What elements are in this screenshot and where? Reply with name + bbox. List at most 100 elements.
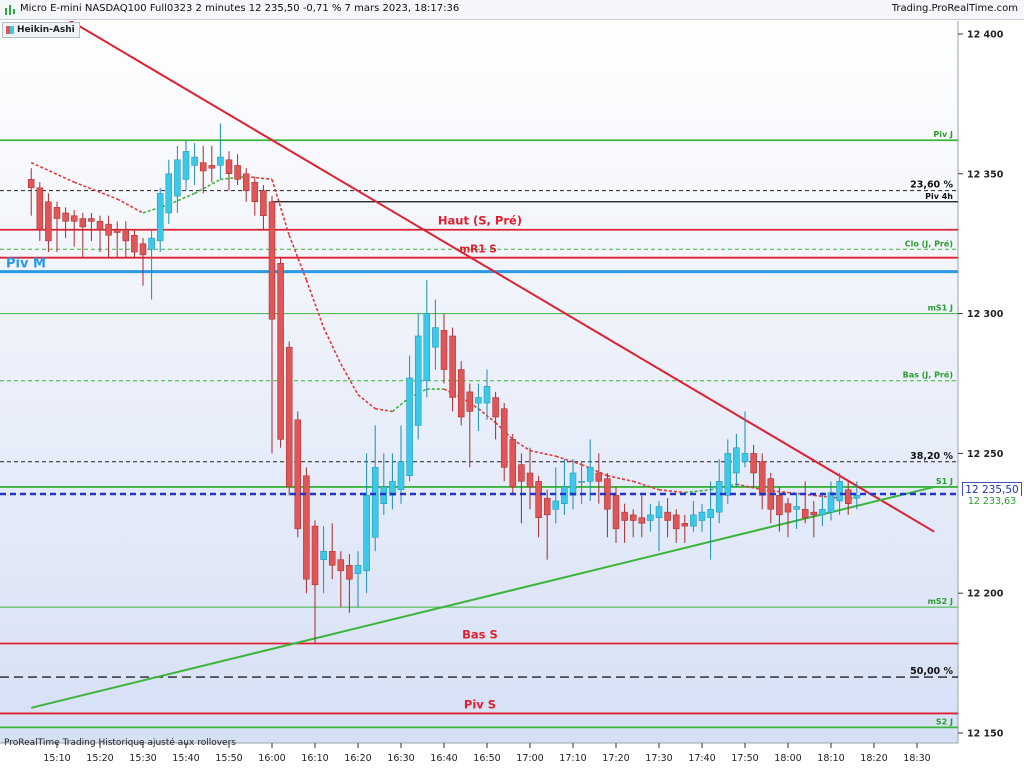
candle-body[interactable] [466, 391, 474, 412]
candle-body[interactable] [363, 495, 370, 572]
time-axis-label: 17:00 [516, 753, 543, 764]
candle-body[interactable] [191, 156, 198, 166]
candle-body[interactable] [62, 212, 69, 222]
candle-body[interactable] [406, 377, 413, 477]
candle-body[interactable] [27, 179, 35, 189]
candle-body[interactable] [664, 511, 671, 521]
candle-body[interactable] [96, 221, 104, 230]
candle-body[interactable] [414, 335, 422, 426]
candle-body[interactable] [423, 313, 431, 381]
candle-body[interactable] [354, 564, 362, 574]
candle-body[interactable] [156, 193, 164, 242]
candle-body[interactable] [621, 511, 628, 521]
candle-body[interactable] [810, 511, 818, 516]
candle-body[interactable] [260, 190, 267, 216]
candle-body[interactable] [707, 509, 714, 518]
candle-body[interactable] [148, 237, 155, 250]
candle-body[interactable] [113, 229, 121, 233]
candle-body[interactable] [819, 509, 826, 516]
candle-body[interactable] [380, 486, 388, 504]
candle-body[interactable] [758, 461, 766, 496]
candle-body[interactable] [199, 162, 207, 172]
brand-link[interactable]: Trading.ProRealTime.com [892, 3, 1018, 14]
candle-body[interactable] [509, 439, 517, 488]
candle-body[interactable] [449, 335, 456, 398]
candle-body[interactable] [79, 218, 87, 228]
candle-body[interactable] [561, 486, 568, 504]
candle-body[interactable] [492, 397, 499, 418]
candle-body[interactable] [552, 500, 560, 510]
candle-body[interactable] [371, 467, 379, 538]
candle-body[interactable] [827, 492, 835, 513]
candle-body[interactable] [569, 472, 577, 496]
candle-body[interactable] [681, 523, 689, 527]
candle-body[interactable] [217, 156, 224, 166]
candle-body[interactable] [234, 165, 241, 180]
candle-body[interactable] [741, 453, 749, 463]
candle-body[interactable] [836, 481, 843, 502]
candle-body[interactable] [543, 497, 551, 516]
candle-body[interactable] [294, 419, 302, 530]
candle-body[interactable] [303, 475, 310, 580]
candle-body[interactable] [724, 453, 732, 496]
candle-body[interactable] [535, 481, 542, 518]
candle-body[interactable] [88, 218, 95, 222]
candle-body[interactable] [784, 503, 792, 513]
candle-body[interactable] [105, 223, 112, 236]
candle-body[interactable] [475, 397, 482, 404]
candle-body[interactable] [182, 151, 190, 180]
candle-body[interactable] [526, 472, 534, 488]
candle-body[interactable] [277, 263, 284, 440]
candle-body[interactable] [225, 159, 233, 175]
candle-body[interactable] [139, 243, 147, 256]
candle-body[interactable] [320, 551, 327, 560]
candle-body[interactable] [801, 509, 809, 518]
candle-body[interactable] [672, 514, 680, 530]
candle-body[interactable] [174, 159, 181, 197]
candle-body[interactable] [311, 525, 319, 586]
candle-body[interactable] [655, 506, 663, 518]
candle-body[interactable] [53, 207, 61, 219]
prorealtime-logo-icon [5, 5, 15, 15]
candle-body[interactable] [612, 495, 620, 530]
time-axis-label: 18:00 [774, 753, 801, 764]
candle-body[interactable] [457, 369, 465, 418]
candle-body[interactable] [690, 514, 697, 527]
candle-body[interactable] [776, 495, 783, 516]
candle-body[interactable] [500, 408, 508, 468]
candle-body[interactable] [268, 201, 276, 320]
candle-body[interactable] [793, 506, 800, 510]
candle-body[interactable] [853, 495, 861, 499]
candle-body[interactable] [251, 181, 259, 203]
candle-body[interactable] [715, 481, 723, 513]
candle-body[interactable] [595, 472, 603, 482]
candle-body[interactable] [750, 453, 757, 474]
candle-body[interactable] [638, 517, 646, 524]
candle-body[interactable] [70, 215, 78, 222]
candle-body[interactable] [346, 564, 353, 580]
candle-body[interactable] [328, 551, 336, 566]
candle-body[interactable] [698, 511, 706, 521]
candle-body[interactable] [578, 481, 585, 483]
candle-body[interactable] [122, 229, 130, 242]
candle-body[interactable] [432, 327, 439, 348]
candle-body[interactable] [242, 173, 250, 191]
candle-body[interactable] [440, 330, 448, 370]
candle-body[interactable] [397, 461, 405, 490]
candle-body[interactable] [647, 514, 654, 521]
candle-body[interactable] [586, 467, 594, 482]
candle-body[interactable] [131, 235, 138, 253]
candle-body[interactable] [208, 165, 216, 169]
candle-body[interactable] [165, 173, 173, 214]
candle-body[interactable] [844, 489, 852, 504]
price-chart[interactable]: Piv J 23,60 %Piv 4h Haut (S, Pré) Clo (J, P… [0, 21, 1024, 768]
candle-body[interactable] [518, 464, 525, 482]
candle-body[interactable] [45, 201, 52, 242]
candle-body[interactable] [285, 346, 293, 488]
candle-body[interactable] [629, 514, 637, 521]
candle-body[interactable] [337, 559, 345, 572]
candle-body[interactable] [733, 447, 740, 474]
candle-body[interactable] [36, 187, 44, 230]
candle-body[interactable] [483, 386, 491, 404]
chart-type-legend[interactable]: Heikin-Ashi [2, 22, 80, 38]
